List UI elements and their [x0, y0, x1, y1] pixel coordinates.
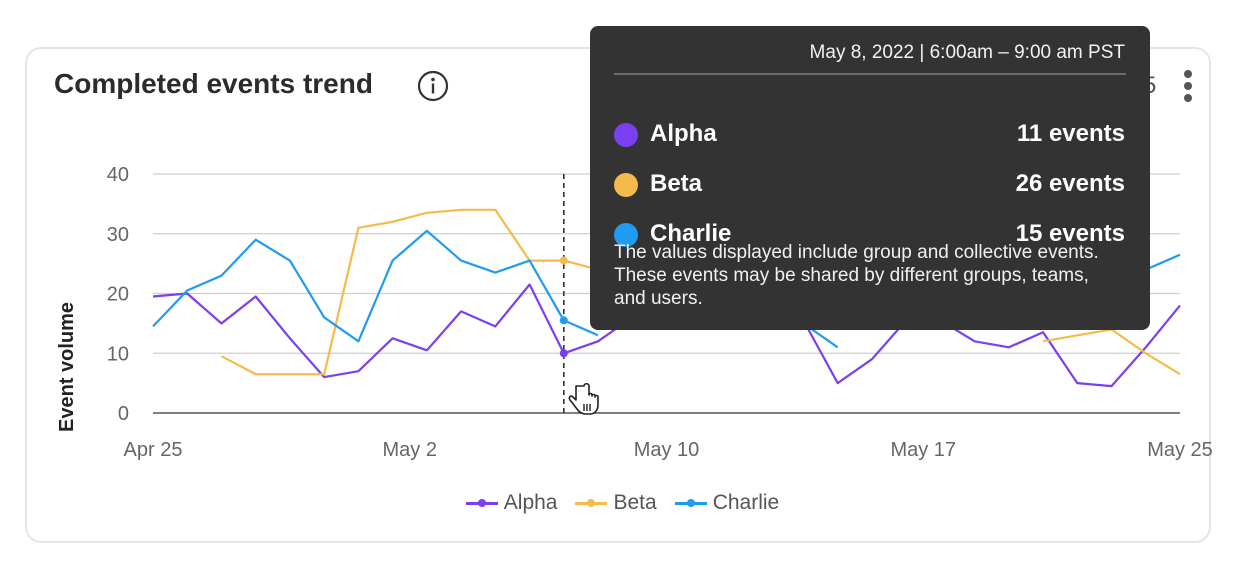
legend-swatch [575, 496, 608, 510]
hover-point-charlie [559, 316, 568, 325]
legend-label: Charlie [712, 491, 780, 514]
hand-pointer-cursor-icon [568, 382, 599, 415]
legend-label: Beta [613, 491, 657, 514]
y-tick-label: 30 [107, 224, 129, 246]
legend-item-beta[interactable]: Beta [575, 491, 657, 515]
hover-point-alpha [559, 349, 568, 358]
tooltip-row-alpha: Alpha 11 events [614, 120, 1125, 150]
alpha-color-dot [614, 123, 638, 147]
tooltip-note: The values displayed include group and c… [614, 242, 1099, 309]
tooltip-series-name: Alpha [650, 120, 717, 147]
x-tick-label: May 10 [634, 439, 700, 461]
hover-tooltip: May 8, 2022 | 6:00am – 9:00 am PST Alpha… [590, 26, 1150, 330]
legend-swatch [465, 496, 498, 510]
tooltip-series-value: 26 events [1015, 170, 1125, 197]
beta-color-dot [614, 173, 638, 197]
y-axis-label: Event volume [56, 302, 78, 432]
legend-swatch [674, 496, 707, 510]
y-tick-label: 40 [107, 164, 129, 186]
chart-legend: Alpha Beta Charlie [0, 491, 1245, 515]
x-tick-label: Apr 25 [124, 439, 183, 461]
tooltip-series-name: Beta [650, 170, 703, 197]
x-tick-label: May 25 [1147, 439, 1213, 461]
x-tick-label: May 2 [383, 439, 437, 461]
legend-label: Alpha [503, 491, 558, 514]
y-tick-label: 0 [118, 403, 129, 425]
tooltip-row-beta: Beta 26 events [614, 170, 1125, 200]
y-tick-label: 10 [107, 343, 129, 365]
tooltip-date-range: May 8, 2022 | 6:00am – 9:00 am PST [809, 42, 1125, 63]
x-tick-label: May 17 [890, 439, 956, 461]
legend-item-alpha[interactable]: Alpha [465, 491, 558, 515]
hover-point-beta [559, 256, 568, 265]
tooltip-series-value: 11 events [1016, 120, 1125, 147]
tooltip-divider [614, 73, 1126, 75]
y-tick-label: 20 [107, 284, 129, 306]
legend-item-charlie[interactable]: Charlie [674, 491, 780, 515]
